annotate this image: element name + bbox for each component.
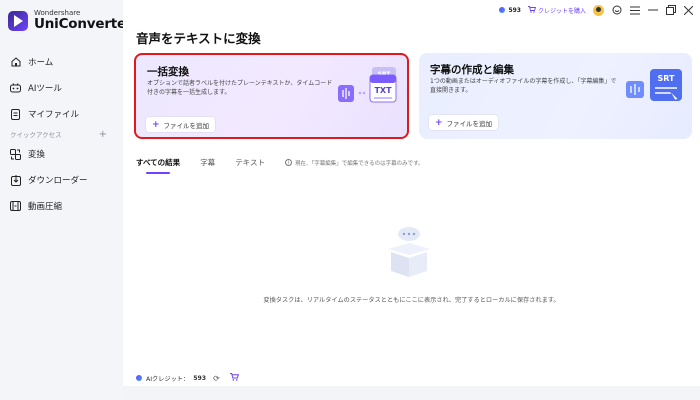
page-title: 音声をテキストに変換 — [136, 31, 261, 46]
sidebar-item-label: AIツール — [28, 84, 62, 94]
tab-text[interactable]: テキスト — [235, 157, 265, 168]
info-icon: i — [284, 159, 292, 166]
sidebar-item-label: マイファイル — [28, 110, 80, 120]
credit-count: 593 — [508, 6, 521, 14]
ai-credits-footer: AIクレジット： 593 ⟳ — [136, 373, 239, 383]
credit-icon — [136, 375, 142, 381]
tab-note-text: 現在、「字幕編集」で編集できるのは字幕のみです。 — [294, 160, 424, 167]
quick-access-section: クイックアクセス + — [0, 128, 123, 140]
add-file-button[interactable]: + ファイルを追加 — [429, 115, 499, 130]
plus-icon: + — [152, 119, 160, 130]
compress-icon — [10, 201, 21, 212]
footer-credit-count: 593 — [193, 374, 207, 382]
support-icon[interactable] — [611, 5, 622, 16]
empty-box-icon — [388, 227, 430, 277]
sidebar-item-home[interactable]: ホーム — [0, 52, 123, 72]
sidebar-item-compress[interactable]: 動画圧縮 — [0, 196, 123, 216]
cart-icon[interactable] — [229, 373, 239, 383]
refresh-icon[interactable]: ⟳ — [213, 374, 220, 383]
empty-state-message: 変換タスクは、リアルタイムのステータスとともにここに表示され、完了するとローカル… — [263, 297, 560, 304]
batch-convert-card[interactable]: 一括変換 オプションで話者ラベルを付けたプレーンテキストか、タイムコード付きの字… — [134, 53, 409, 139]
ai-tools-icon — [10, 83, 21, 94]
sidebar-item-downloader[interactable]: ダウンローダー — [0, 170, 123, 190]
logo-icon — [8, 10, 28, 31]
buy-label: クレジットを購入 — [537, 7, 586, 15]
add-quick-access-button[interactable]: + — [99, 129, 107, 140]
sidebar-item-label: ホーム — [28, 58, 54, 68]
restore-icon[interactable] — [665, 5, 676, 16]
sidebar-item-label: 変換 — [28, 150, 46, 160]
srt-badge: SRT — [657, 74, 675, 83]
download-icon — [10, 174, 21, 186]
top-bar: 593 クレジットを購入 — [499, 3, 694, 17]
subtitle-editor-card[interactable]: 字幕の作成と編集 1つの動画またはオーディオファイルの字幕を作成し、「字幕編集」… — [419, 53, 692, 139]
txt-badge: TXT — [374, 86, 392, 95]
tab-note: i 現在、「字幕編集」で編集できるのは字幕のみです。 — [284, 159, 424, 167]
sidebar-item-label: 動画圧縮 — [28, 202, 63, 212]
close-icon[interactable] — [683, 5, 694, 16]
card-description: 1つの動画またはオーディオファイルの字幕を作成し、「字幕編集」で直接開きます。 — [430, 78, 617, 94]
app-logo[interactable]: Wondershare UniConverter — [8, 10, 133, 32]
cart-icon — [527, 5, 537, 15]
add-file-label: ファイルを追加 — [163, 121, 210, 130]
main-panel: 593 クレジットを購入 音声をテキストに変換 一括変換 オプションで話者ラベル… — [123, 0, 700, 386]
home-icon — [10, 57, 21, 68]
menu-icon[interactable] — [629, 5, 640, 16]
file-icon — [10, 108, 21, 120]
sidebar: Wondershare UniConverter ホーム AIツール マイファイ… — [0, 0, 133, 400]
add-file-button[interactable]: + ファイルを追加 — [146, 117, 216, 132]
credit-icon — [499, 7, 506, 13]
card-description: オプションで話者ラベルを付けたプレーンテキストか、タイムコード付きの字幕を一括生… — [147, 80, 333, 96]
add-file-label: ファイルを追加 — [446, 119, 493, 128]
footer-label: AIクレジット： — [146, 375, 190, 383]
sidebar-item-label: ダウンローダー — [28, 176, 88, 186]
card-title: 一括変換 — [147, 66, 189, 78]
card-title: 字幕の作成と編集 — [430, 64, 514, 76]
section-label: クイックアクセス — [10, 131, 62, 139]
plus-icon: + — [435, 117, 443, 128]
tab-subtitles[interactable]: 字幕 — [200, 157, 215, 168]
convert-icon — [10, 148, 21, 160]
logo-name: UniConverter — [34, 16, 133, 32]
results-tabs: すべての結果 字幕 テキスト i 現在、「字幕編集」で編集できるのは字幕のみです… — [136, 157, 424, 174]
transcript-illustration-icon: SRT TXT — [338, 67, 397, 103]
subtitle-illustration-icon: SRT — [626, 69, 682, 101]
sidebar-item-convert[interactable]: 変換 — [0, 144, 123, 164]
sidebar-item-my-files[interactable]: マイファイル — [0, 104, 123, 124]
buy-credits-button[interactable]: クレジットを購入 — [527, 5, 586, 15]
minimize-icon[interactable] — [647, 5, 658, 16]
sidebar-nav: ホーム AIツール マイファイル クイックアクセス + 変換 ダウンローダー 動… — [0, 52, 123, 222]
sidebar-item-ai-tools[interactable]: AIツール — [0, 78, 123, 98]
avatar[interactable] — [593, 4, 604, 16]
credits-indicator[interactable]: 593 — [499, 7, 521, 14]
tab-all-results[interactable]: すべての結果 — [136, 157, 180, 174]
